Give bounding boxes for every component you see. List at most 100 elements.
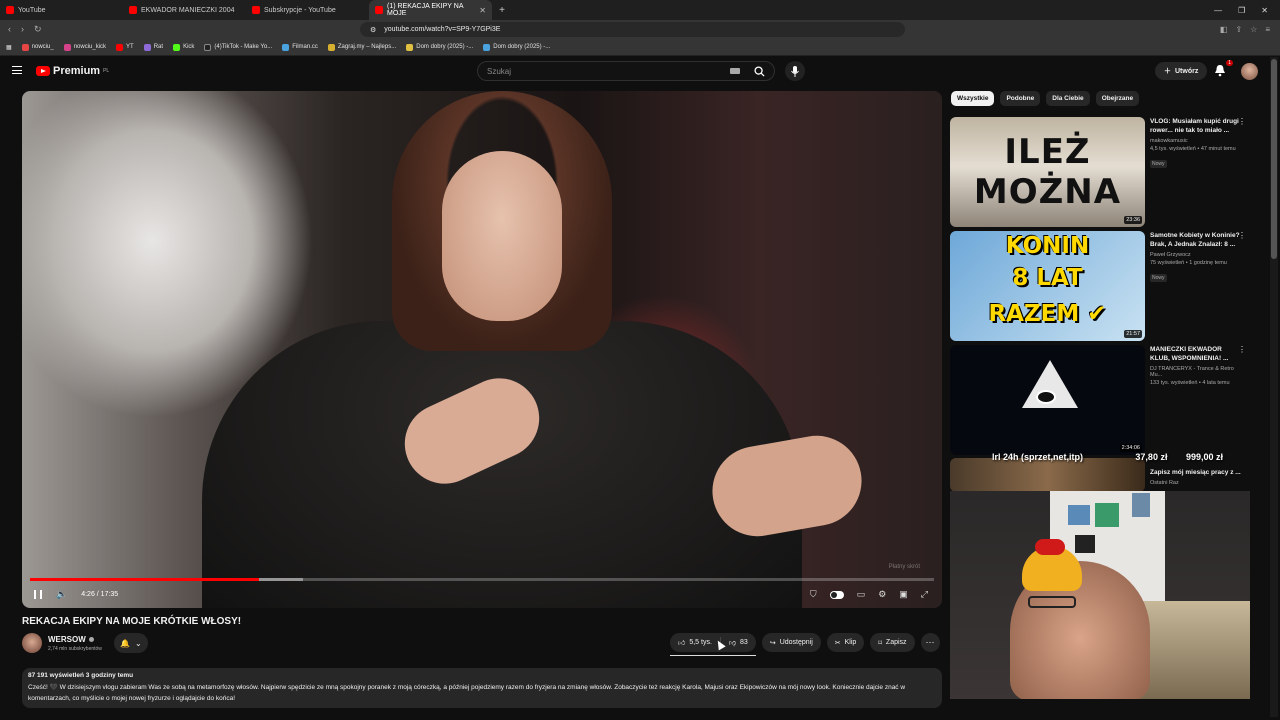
recommendation-channel[interactable]: DJ TRANCERYX - Trance & Retro Mu...	[1150, 366, 1242, 378]
back-icon[interactable]: ‹	[8, 24, 11, 35]
channel-avatar[interactable]	[22, 633, 42, 653]
overlay-prices: 37,80 zł 999,00 zł	[1135, 452, 1223, 470]
reload-icon[interactable]: ↻	[34, 24, 42, 35]
miniplayer-icon[interactable]: ▣	[899, 589, 908, 600]
fullscreen-icon[interactable]: ⤢	[921, 589, 928, 600]
browser-tab-youtube[interactable]: YouTube	[0, 0, 123, 20]
video-thumbnail[interactable]: KONIN 8 LAT RAZEM ✔ 21:57	[950, 231, 1145, 341]
recommendation-channel[interactable]: Ostatni Raz	[1150, 480, 1242, 486]
minimize-icon[interactable]: —	[1214, 6, 1222, 15]
clip-label: Klip	[844, 639, 857, 646]
bookmark-icon: ⌑	[878, 639, 882, 647]
bookmark-item[interactable]: YT	[116, 43, 134, 51]
share-icon[interactable]: ⇪	[1235, 25, 1242, 34]
channel-name[interactable]: WERSOW	[48, 635, 86, 644]
bookmark-favicon-icon	[327, 43, 335, 51]
save-button[interactable]: ⌑ Zapisz	[870, 633, 915, 652]
bookmark-item[interactable]: nowciu_	[21, 43, 54, 51]
close-window-icon[interactable]: ✕	[1261, 6, 1268, 15]
video-thumbnail[interactable]: 2:34:06	[950, 345, 1145, 455]
navigation-buttons: ‹ › ↻	[0, 24, 360, 35]
views-and-date: 87 191 wyświetleń 3 godziny temu	[28, 672, 134, 679]
browser-tab-subscriptions[interactable]: Subskrypcje - YouTube	[246, 0, 369, 20]
bookmark-item[interactable]: Dom dobry (2025) -...	[483, 43, 550, 51]
sponsorblock-icon[interactable]: ⛉	[810, 589, 817, 600]
video-title: REKACJA EKIPY NA MOJE KRÓTKIE WŁOSY!	[22, 616, 242, 627]
recommendation-item[interactable]: ILEŻ MOŻNA 23:36 VLOG: Musiałam kupić dr…	[950, 117, 1250, 227]
recommendation-channel[interactable]: Paweł Grzywocz	[1150, 252, 1242, 258]
youtube-premium-logo[interactable]: Premium PL	[36, 65, 109, 77]
bookmark-star-icon[interactable]: ☆	[1250, 25, 1257, 34]
dislike-button[interactable]: 👎︎ 83	[721, 638, 756, 647]
more-actions-button[interactable]: ⋯	[920, 633, 940, 652]
keyboard-icon[interactable]	[730, 68, 740, 74]
bookmark-label: Kick	[183, 44, 195, 50]
chip-all[interactable]: Wszystkie	[951, 91, 995, 106]
url-field[interactable]: ⚙ youtube.com/watch?v=SP9-Y7GPi3E	[360, 22, 905, 37]
bookmark-item[interactable]: Kick	[173, 43, 195, 51]
autoplay-toggle[interactable]	[829, 590, 844, 599]
chip-watched[interactable]: Obejrzane	[1095, 91, 1140, 106]
recommendation-title[interactable]: Samotne Kobiety w Koninie? Brak, A Jedna…	[1150, 231, 1242, 249]
search-button[interactable]	[744, 62, 774, 80]
more-vertical-icon[interactable]: ⋮	[1238, 231, 1246, 240]
create-button[interactable]: ＋ Utwórz	[1155, 62, 1208, 80]
recommendation-item[interactable]: KONIN 8 LAT RAZEM ✔ 21:57 Samotne Kobiet…	[950, 231, 1250, 341]
clip-button[interactable]: ✂ Klip	[826, 633, 865, 652]
tab-label: Subskrypcje - YouTube	[264, 6, 336, 14]
bookmark-item[interactable]: Filman.cc	[282, 43, 318, 51]
player-controls: 🔈 4:26 / 17:35 ⛉ ▭ ⚙ ▣ ⤢	[22, 581, 942, 608]
scrollbar-thumb[interactable]	[1271, 59, 1277, 259]
chip-for-you[interactable]: Dla Ciebie	[1046, 91, 1090, 106]
bookmark-item[interactable]: Dom dobry (2025) -...	[406, 43, 473, 51]
description-box[interactable]: 87 191 wyświetleń 3 godziny temu Cześć! …	[22, 668, 942, 708]
voice-search-button[interactable]	[785, 61, 805, 81]
bookmark-item[interactable]: Rat	[143, 43, 163, 51]
chip-related[interactable]: Podobne	[1000, 91, 1041, 106]
share-button[interactable]: ↪ Udostępnij	[761, 633, 821, 652]
notifications-button[interactable]: 1	[1214, 60, 1233, 78]
logo-text: Premium	[53, 65, 101, 77]
page-scrollbar[interactable]	[1270, 57, 1278, 717]
close-tab-icon[interactable]: ✕	[479, 6, 486, 15]
bookmark-favicon-icon	[204, 43, 212, 51]
recommendation-title[interactable]: MANIECZKI EKWADOR KLUB, WSPOMNIENIA! ...	[1150, 345, 1242, 363]
video-player[interactable]: Płatny skrót 🔈 4:26 / 17:35 ⛉ ▭ ⚙ ▣ ⤢	[22, 91, 942, 608]
more-vertical-icon[interactable]: ⋮	[1238, 345, 1246, 354]
bookmark-favicon-icon	[21, 43, 29, 51]
recommendation-channel[interactable]: makowkamusic	[1150, 138, 1242, 144]
bookmark-item[interactable]: Zagraj.my – Najleps...	[327, 43, 396, 51]
search-input[interactable]: Szukaj	[477, 61, 775, 81]
more-vertical-icon[interactable]: ⋮	[1238, 117, 1246, 126]
account-avatar[interactable]	[1241, 63, 1258, 80]
new-tab-button[interactable]: +	[492, 5, 512, 16]
recommendation-item[interactable]: 2:34:06 MANIECZKI EKWADOR KLUB, WSPOMNIE…	[950, 345, 1250, 455]
browser-extensions: ◧ ⇪ ☆ ≡	[1220, 25, 1280, 34]
menu-icon[interactable]: ≡	[1265, 25, 1270, 34]
bookmark-item[interactable]: nowciu_kick	[63, 43, 106, 51]
video-actions: 👍︎ 5,5 tys. 👎︎ 83 ↪ Udostępnij ✂ Klip ⌑ …	[670, 633, 940, 656]
bookmark-item[interactable]: (4)TikTok - Make Yo...	[204, 43, 272, 51]
extension-icon[interactable]: ◧	[1220, 25, 1228, 34]
subscription-bell-button[interactable]: 🔔 ⌄	[113, 633, 148, 653]
bookmarks-bar: ▦ nowciu_ nowciu_kick YT Rat Kick (4)Tik…	[0, 39, 1280, 56]
recommendation-title[interactable]: VLOG: Musiałam kupić drugi rower... nie …	[1150, 117, 1242, 135]
video-thumbnail[interactable]: ILEŻ MOŻNA 23:36	[950, 117, 1145, 227]
search-icon	[753, 65, 765, 77]
volume-icon[interactable]: 🔈	[56, 589, 67, 600]
maximize-icon[interactable]: ❐	[1238, 6, 1245, 15]
thumbs-up-icon: 👍︎	[678, 640, 686, 647]
subtitles-icon[interactable]: ▭	[857, 589, 866, 600]
site-info-icon[interactable]: ⚙	[370, 26, 376, 34]
browser-tab-active[interactable]: (1) REKACJA EKIPY NA MOJE ✕	[369, 0, 492, 20]
wall-poster	[1075, 535, 1095, 553]
browser-tab-ekwador[interactable]: EKWADOR MANIECZKI 2004	[123, 0, 246, 20]
settings-gear-icon[interactable]: ⚙	[878, 589, 886, 600]
bookmark-favicon-icon	[173, 43, 181, 51]
video-frame-jacket	[202, 321, 802, 608]
pause-icon[interactable]	[34, 590, 42, 599]
apps-grid-icon[interactable]: ▦	[6, 44, 12, 51]
forward-icon[interactable]: ›	[21, 24, 24, 35]
youtube-play-icon	[36, 66, 50, 76]
hamburger-menu-icon[interactable]	[12, 66, 22, 74]
